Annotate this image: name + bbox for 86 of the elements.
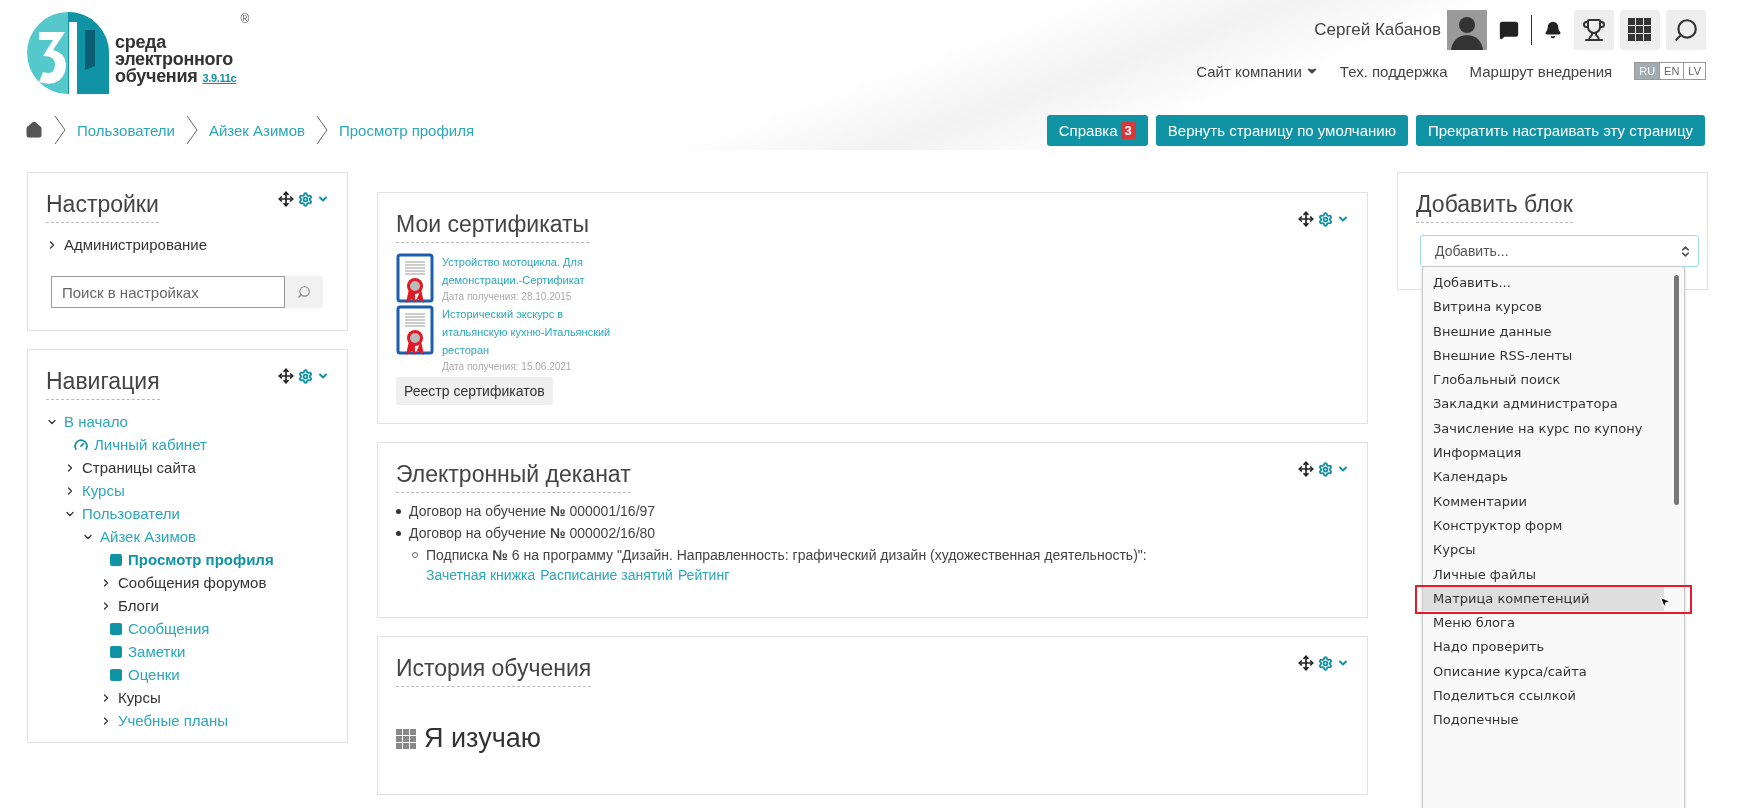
separator-icon — [53, 115, 67, 145]
block-title: Мои сертификаты — [396, 211, 590, 243]
search-icon — [297, 285, 311, 299]
dropdown-option[interactable]: Витрина курсов — [1423, 295, 1664, 320]
square-icon — [110, 553, 122, 566]
certificate-icon — [396, 305, 434, 357]
settings-icon[interactable] — [1318, 655, 1333, 671]
dropdown-option[interactable]: Матрица компетенций — [1423, 586, 1664, 612]
dropdown-option[interactable]: Комментарии — [1423, 489, 1664, 514]
settings-icon[interactable] — [1318, 211, 1333, 227]
top-link[interactable]: Сайт компании — [1196, 62, 1318, 80]
move-icon[interactable] — [1298, 461, 1314, 477]
block-title: Электронный деканат — [396, 461, 631, 493]
section-title: Я изучаю — [424, 723, 541, 754]
grid-icon — [1628, 18, 1652, 42]
contract-text: Договор на обучение № 000002/16/80 — [409, 525, 656, 541]
settings-item[interactable]: Администрирование — [64, 236, 208, 253]
contract-text: Договор на обучение № 000001/16/97 — [409, 503, 656, 519]
grid-icon — [396, 728, 416, 749]
move-icon[interactable] — [1298, 655, 1314, 671]
dropdown-option[interactable]: Поделиться ссылкой — [1423, 684, 1664, 709]
trophy-icon — [1582, 18, 1606, 42]
certificate-icon — [396, 253, 434, 305]
gauge-icon — [74, 437, 88, 452]
dropdown-option[interactable]: Зачисление на курс по купону — [1423, 416, 1664, 442]
cursor-icon — [1658, 594, 1672, 609]
dropdown-option[interactable]: Надо проверить — [1423, 635, 1664, 660]
settings-icon[interactable] — [1318, 461, 1333, 477]
block-title: Настройки — [46, 191, 159, 223]
dropdown-option[interactable]: Внешние данные — [1423, 319, 1664, 344]
version-link[interactable]: 3.9.11c — [202, 72, 237, 84]
search-field[interactable]: Поиск в настройках — [51, 276, 285, 308]
nav-item[interactable]: Страницы сайта — [82, 459, 196, 476]
certificate-date: Дата получения: 28.10.2015 — [442, 290, 573, 304]
action-button[interactable]: Справка 3 — [1046, 114, 1148, 146]
dropdown-option[interactable]: Внешние RSS-ленты — [1423, 343, 1664, 369]
action-button[interactable]: Вернуть страницу по умолчанию — [1155, 114, 1408, 146]
settings-icon[interactable] — [298, 191, 313, 207]
nav-item[interactable]: Сообщения форумов — [118, 574, 267, 591]
dropdown-option[interactable]: Добавить... — [1423, 271, 1664, 296]
square-icon — [110, 622, 122, 635]
trophy-button[interactable] — [1574, 10, 1614, 50]
dropdown-option[interactable]: Конструктор форм — [1423, 513, 1664, 539]
move-icon[interactable] — [1298, 211, 1314, 227]
move-icon[interactable] — [278, 368, 294, 384]
logo-text: электронного — [115, 51, 234, 68]
certificate-date: Дата получения: 15.06.2021 — [442, 360, 573, 374]
dropdown-option[interactable]: Глобальный поиск — [1423, 368, 1664, 393]
home-icon[interactable] — [25, 121, 43, 139]
dropdown-option[interactable]: Курсы — [1423, 538, 1664, 563]
nav-item[interactable]: Просмотр профиля — [128, 551, 274, 568]
user-name[interactable]: Сергей Кабанов — [1314, 20, 1441, 40]
top-link[interactable]: Тех. поддержка — [1339, 62, 1448, 80]
updown-icon — [1679, 244, 1692, 258]
block-title: Навигация — [46, 368, 160, 400]
logo-text: среда — [115, 34, 168, 51]
search-icon — [1673, 17, 1699, 43]
dropdown-option[interactable]: Подопечные — [1423, 708, 1664, 733]
avatar[interactable] — [1447, 10, 1487, 50]
registry-button[interactable]: Реестр сертификатов — [396, 377, 553, 405]
square-icon — [110, 645, 122, 658]
dropdown-option[interactable]: Календарь — [1423, 465, 1664, 490]
dropdown-option[interactable]: Личные файлы — [1423, 562, 1664, 587]
square-icon — [110, 668, 122, 681]
dropdown-option[interactable]: Информация — [1423, 441, 1664, 466]
grid-button[interactable] — [1620, 10, 1660, 50]
registered-mark: ® — [240, 12, 250, 26]
count-badge: 3 — [1120, 121, 1136, 139]
nav-item[interactable]: Курсы — [118, 689, 161, 706]
block-title: Добавить блок — [1416, 191, 1573, 223]
search-button[interactable] — [1666, 10, 1706, 50]
dropdown-option[interactable]: Меню блога — [1423, 611, 1664, 636]
scrollbar-thumb[interactable] — [1674, 275, 1679, 505]
action-button[interactable]: Прекратить настраивать эту страницу — [1415, 114, 1705, 146]
logo-icon — [25, 10, 111, 96]
settings-icon[interactable] — [298, 368, 313, 384]
move-icon[interactable] — [278, 191, 294, 207]
logo-text: обучения 3.9.11c — [115, 68, 237, 87]
separator-icon — [314, 115, 329, 145]
dropdown-option[interactable]: Закладки администратора — [1423, 392, 1664, 417]
nav-item[interactable]: Блоги — [118, 597, 159, 614]
dropdown-option[interactable]: Описание курса/сайта — [1423, 659, 1664, 685]
block-title: История обучения — [396, 655, 592, 687]
subscription-text: Подписка № 6 на программу "Дизайн. Направленность: графический дизайн (художественная деятельность)": — [426, 547, 1147, 563]
top-link[interactable]: Маршрут внедрения — [1469, 62, 1613, 80]
separator-icon — [184, 115, 199, 145]
